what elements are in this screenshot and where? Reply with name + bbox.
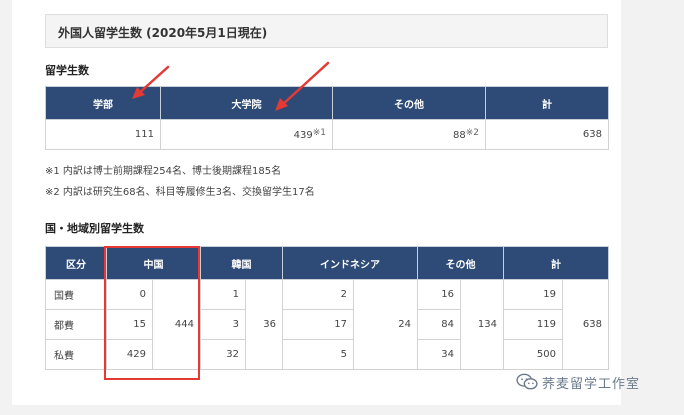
other-value: 34 [417,339,461,370]
row-label: 都費 [45,309,107,340]
header-category: 区分 [45,246,107,280]
country-section-title: 国・地域別留学生数 [45,222,144,235]
header-other: その他 [332,86,486,120]
korea-value: 3 [200,309,246,340]
other-note: ※2 [465,128,479,138]
total-value: 119 [503,309,563,340]
wechat-icon [516,373,538,390]
indonesia-value: 17 [282,309,354,340]
total-value: 19 [503,279,563,310]
students-section-title: 留学生数 [45,64,89,77]
footnote-2: ※2 内訳は研究生68名、科目等履修生3名、交換留学生17名 [45,187,315,198]
china-highlight-box [104,246,200,380]
students-total: 638 [485,119,609,150]
other-count: 88 [452,130,466,141]
page-gutter-left [0,0,12,415]
page-heading: 外国人留学生数 (2020年5月1日現在) [45,14,608,48]
watermark: 荞麦留学工作室 [516,371,640,393]
indonesia-value: 5 [282,339,354,370]
korea-value: 32 [200,339,246,370]
watermark-text: 荞麦留学工作室 [542,376,641,392]
header-country-other: その他 [417,246,504,280]
header-country-total: 計 [503,246,609,280]
korea-value: 1 [200,279,246,310]
grand-total: 638 [562,279,609,370]
red-arrow-icon [132,65,170,99]
page-gutter-right [621,0,684,415]
students-row: 111 439※1 88※2 638 [45,119,609,150]
graduate-note: ※1 [312,128,326,138]
row-label: 国費 [45,279,107,310]
indonesia-value: 2 [282,279,354,310]
other-count-cell: 88※2 [332,119,486,150]
undergrad-count: 111 [45,119,161,150]
header-indonesia: インドネシア [282,246,418,280]
row-label: 私費 [45,339,107,370]
other-subtotal: 134 [460,279,504,370]
red-arrow-icon [275,61,330,111]
indonesia-subtotal: 24 [353,279,418,370]
graduate-count-cell: 439※1 [160,119,333,150]
header-korea: 韓国 [200,246,283,280]
korea-subtotal: 36 [245,279,283,370]
other-value: 16 [417,279,461,310]
page-gutter-bottom [0,405,684,415]
footnote-1: ※1 内訳は博士前期課程254名、博士後期課程185名 [45,166,282,177]
graduate-count: 439 [293,130,313,141]
other-value: 84 [417,309,461,340]
header-total: 計 [485,86,609,120]
total-value: 500 [503,339,563,370]
